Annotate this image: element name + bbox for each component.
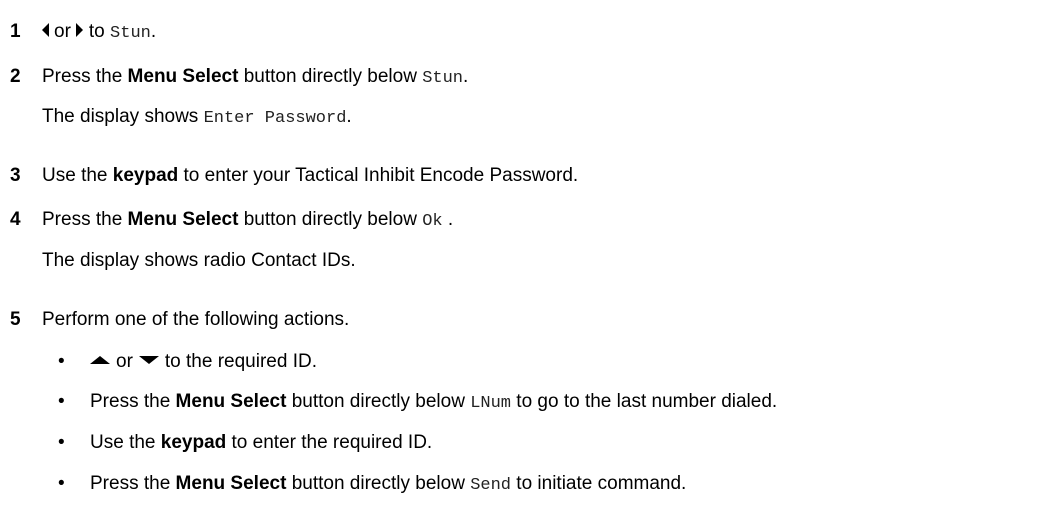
display-code: Stun <box>110 24 151 43</box>
display-code: Enter Password <box>203 109 347 128</box>
keypad-label: keypad <box>160 432 227 453</box>
menu-select-label: Menu Select <box>175 473 287 494</box>
instruction-page: 1 or to Stun. 2 Press the Menu Select but… <box>10 21 778 495</box>
display-code: LNum <box>470 394 512 413</box>
menu-select-label: Menu Select <box>127 209 239 230</box>
display-code: Ok <box>422 212 443 231</box>
step-number: 1 <box>10 21 21 42</box>
step-text: to <box>88 21 105 42</box>
step-number: 5 <box>10 309 21 330</box>
bullet-dot: • <box>58 351 65 372</box>
step-connector: or <box>54 21 71 42</box>
right-arrow-icon <box>75 22 83 37</box>
down-arrow-icon <box>138 355 159 364</box>
menu-select-label: Menu Select <box>175 391 287 412</box>
bullet-dot: • <box>58 473 65 494</box>
display-code: Send <box>470 476 512 495</box>
menu-select-label: Menu Select <box>127 66 239 87</box>
step-number: 3 <box>10 165 21 186</box>
bullet-dot: • <box>58 391 65 412</box>
keypad-label: keypad <box>112 165 179 186</box>
step-number: 2 <box>10 66 21 87</box>
up-arrow-icon <box>90 355 110 364</box>
bullet-dot: • <box>58 432 65 453</box>
step-number: 4 <box>10 209 21 230</box>
display-code: Stun <box>422 69 464 88</box>
left-arrow-icon <box>42 22 49 37</box>
